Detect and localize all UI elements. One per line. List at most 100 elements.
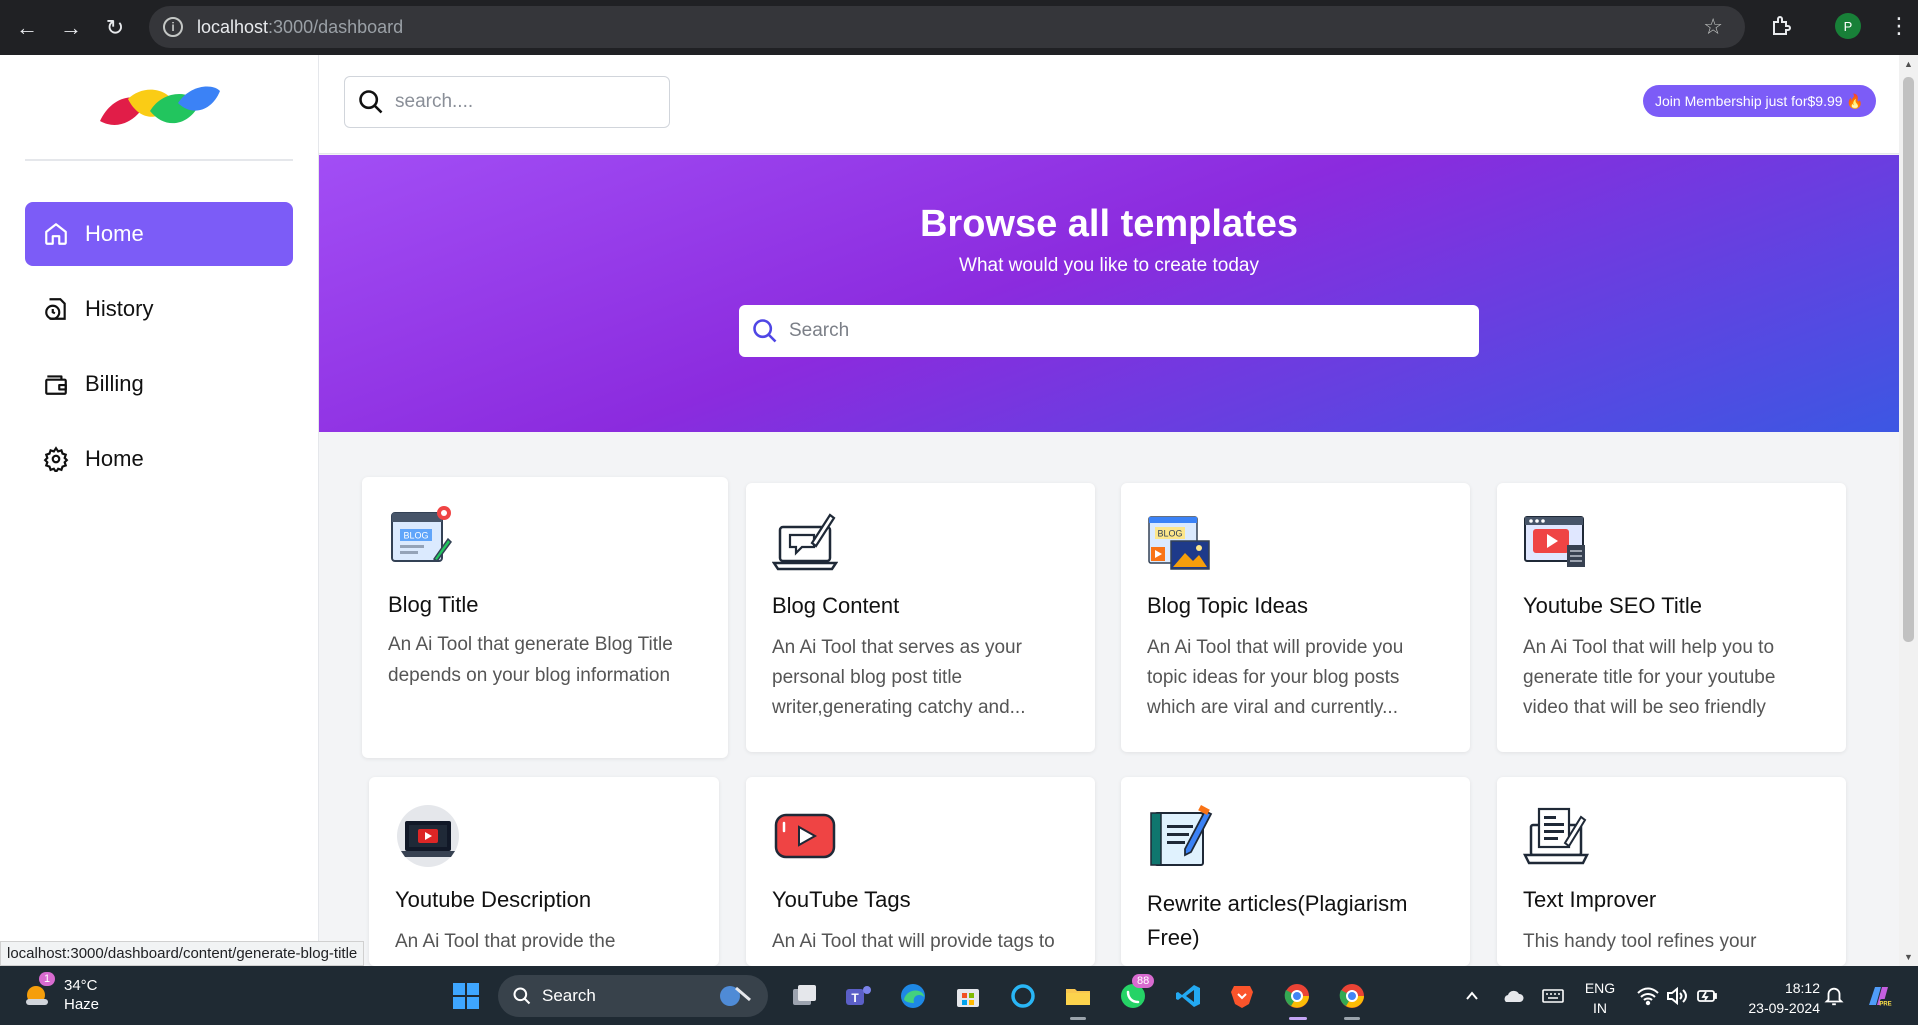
template-search-input[interactable] [789,320,1429,342]
template-card-youtube-tags[interactable]: YouTube Tags An Ai Tool that will provid… [746,777,1095,966]
card-description: This handy tool refines your [1523,931,1757,952]
template-search[interactable] [739,305,1479,357]
video-browser-icon [1524,516,1585,567]
hero-subtitle: What would you like to create today [959,255,1259,276]
template-card-youtube-description[interactable]: Youtube Description An Ai Tool that prov… [369,777,719,966]
card-title: Blog Title [388,592,479,617]
cortana-ring-icon[interactable] [1007,980,1039,1012]
card-description: An Ai Tool that generate Blog Title depe… [388,634,673,686]
chrome-profile-icon[interactable] [1281,980,1313,1012]
volume-icon[interactable] [1661,980,1693,1012]
back-arrow-icon[interactable]: ← [5,6,49,50]
language-code: ENG [1584,980,1616,996]
card-title: Rewrite articles(Plagiarism Free) [1147,891,1408,950]
card-title: Text Improver [1523,887,1657,912]
whatsapp-badge: 88 [1132,974,1155,988]
history-icon [41,294,71,324]
windows-start-icon[interactable] [450,980,482,1012]
scrollbar-thumb[interactable] [1903,77,1914,642]
sidebar-item-label: Billing [85,371,144,396]
blog-window-icon: BLOG [391,506,452,563]
address-bar[interactable]: i localhost:3000/dashboard ☆ [149,6,1745,48]
taskbar-search-label: Search [542,986,596,1005]
weather-condition-text: Haze [64,996,100,1013]
teams-icon[interactable]: T [842,980,874,1012]
microsoft-store-icon[interactable] [952,980,984,1012]
link-status-tooltip: localhost:3000/dashboard/content/generat… [0,941,365,966]
language-indicator[interactable]: ENG IN [1580,978,1620,1018]
template-card-youtube-seo-title[interactable]: Youtube SEO Title An Ai Tool that will h… [1497,483,1846,752]
search-icon [359,90,383,114]
bookmark-star-icon[interactable]: ☆ [1703,14,1723,40]
youtube-icon [774,813,836,859]
chrome-icon[interactable] [1336,980,1368,1012]
edge-browser-icon[interactable] [897,980,929,1012]
clock-date: 23-09-2024 [1748,1000,1820,1016]
address-url[interactable]: localhost:3000/dashboard [197,17,403,38]
app-logo [100,86,220,125]
card-title: Youtube Description [395,887,592,912]
notebook-pen-icon [1150,805,1213,866]
page-scrollbar[interactable]: ▲ ▼ [1899,55,1918,966]
scroll-down-arrow-icon[interactable]: ▼ [1904,952,1913,962]
laptop-play-icon [397,805,459,867]
profile-avatar[interactable]: P [1835,13,1861,39]
notification-bell-icon[interactable] [1818,980,1850,1012]
onedrive-cloud-icon[interactable] [1497,980,1529,1012]
keyboard-icon[interactable] [1537,980,1569,1012]
header-search[interactable] [344,76,670,128]
template-card-blog-title[interactable]: BLOG Blog Title An Ai Tool that generate… [362,477,728,758]
blog-media-icon: BLOG [1148,516,1210,570]
card-description: An Ai Tool that provide the [395,931,616,952]
template-card-blog-content[interactable]: Blog Content An Ai Tool that serves as y… [746,483,1095,752]
sidebar-item-billing[interactable]: Billing [25,352,293,416]
join-membership-button[interactable]: Join Membership just for$9.99 🔥 [1643,85,1876,117]
show-hidden-icons-chevron-icon[interactable] [1456,980,1488,1012]
clock-time: 18:12 [1784,980,1820,996]
more-menu-icon[interactable]: ⋮ [1888,12,1910,40]
sidebar-item-settings[interactable]: Home [25,427,293,491]
reload-icon[interactable]: ↻ [93,6,137,50]
hero-title: Browse all templates [919,203,1299,245]
forward-arrow-icon[interactable]: → [49,6,93,50]
site-info-icon[interactable]: i [163,17,183,37]
template-card-text-improver[interactable]: Text Improver This handy tool refines yo… [1497,777,1846,966]
template-card-rewrite-articles[interactable]: Rewrite articles(Plagiarism Free) [1121,777,1470,966]
chrome-secondary-indicator [1344,1017,1360,1020]
sidebar-item-home[interactable]: Home [25,202,293,266]
url-path: :3000/dashboard [268,16,404,37]
home-icon [41,219,71,249]
search-highlight-icon [720,986,751,1006]
explorer-active-indicator [1070,1017,1086,1020]
weather-badge: 1 [39,972,56,986]
sidebar: Home History Billing Home [0,55,319,966]
browser-toolbar: ← → ↻ i localhost:3000/dashboard ☆ P ⋮ [0,0,1918,55]
windows-taskbar: 1 34°C Haze Search T 88 ENG IN 18:12 23-… [0,966,1918,1025]
vscode-icon[interactable] [1172,980,1204,1012]
header-bar: Join Membership just for$9.99 🔥 [319,55,1899,154]
weather-widget[interactable]: 1 34°C Haze [22,972,100,1014]
task-view-icon[interactable] [788,980,820,1012]
wifi-icon[interactable] [1632,980,1664,1012]
extensions-puzzle-icon[interactable] [1766,10,1798,42]
battery-icon[interactable] [1691,980,1723,1012]
chrome-active-indicator [1289,1017,1307,1020]
wallet-icon [41,369,71,399]
file-explorer-icon[interactable] [1062,980,1094,1012]
taskbar-search[interactable]: Search [498,975,768,1017]
sidebar-item-label: History [85,296,154,321]
region-code: IN [1593,1000,1607,1016]
template-card-blog-topic-ideas[interactable]: BLOG Blog Topic Ideas An Ai Tool that wi… [1121,483,1470,752]
system-clock[interactable]: 18:12 23-09-2024 [1730,978,1820,1018]
card-title: YouTube Tags [772,887,911,912]
header-search-input[interactable] [395,91,645,113]
scroll-up-arrow-icon[interactable]: ▲ [1904,59,1913,69]
sidebar-item-history[interactable]: History [25,277,293,341]
gear-icon [41,444,71,474]
card-title: Youtube SEO Title [1523,593,1702,618]
copilot-icon[interactable]: PRE [1862,980,1894,1012]
laptop-writing-icon [772,513,838,571]
brave-browser-icon[interactable] [1226,980,1258,1012]
sidebar-divider [25,159,293,161]
card-description: An Ai Tool that will provide you topic i… [1147,637,1404,718]
